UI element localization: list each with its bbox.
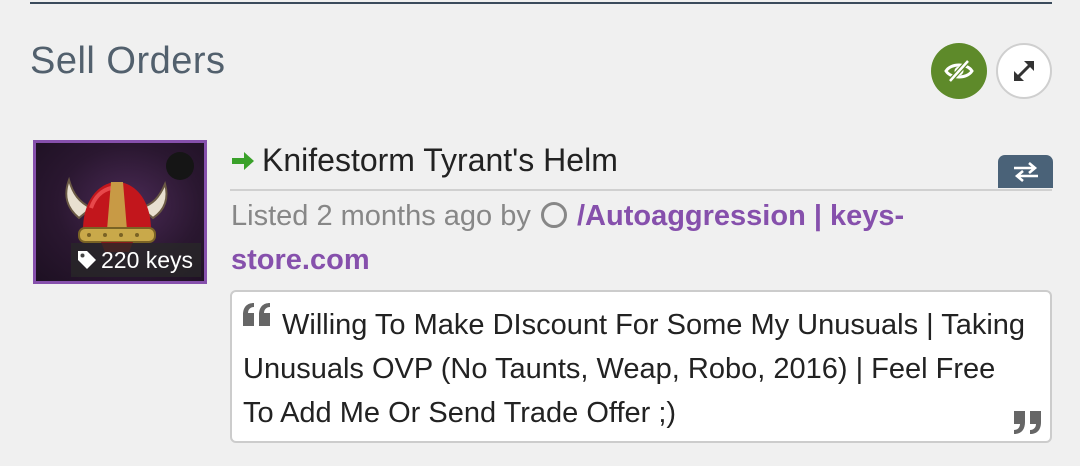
tag-icon [78,251,96,269]
title-divider [230,189,1052,191]
quote-right-icon [1014,411,1041,434]
circle-outline-icon [540,202,567,228]
item-title-row: Knifestorm Tyrant's Helm [230,142,618,179]
comment-text: Willing To Make DIscount For Some My Unu… [243,309,1026,429]
expand-button[interactable] [996,43,1052,99]
trade-button[interactable] [998,155,1053,188]
section-title: Sell Orders [30,40,226,82]
price-label: 220 keys [101,246,194,273]
exchange-icon [1013,161,1038,182]
item-name[interactable]: Knifestorm Tyrant's Helm [262,142,618,179]
arrow-right-icon [232,151,254,170]
toggle-visibility-button[interactable] [931,43,987,99]
listed-time: Listed 2 months ago by [231,200,531,232]
eye-slash-icon [944,59,974,83]
section-divider [30,2,1052,4]
item-thumbnail[interactable]: 220 keys [33,140,207,284]
listing-meta: Listed 2 months ago by /Autoaggression |… [231,194,971,282]
price-badge: 220 keys [71,243,202,277]
sell-orders-panel: Sell Orders 220 keys Knifestorm Tyrant's… [0,0,1080,466]
expand-arrows-icon [1014,61,1034,81]
trade-comment: Willing To Make DIscount For Some My Unu… [230,290,1052,443]
